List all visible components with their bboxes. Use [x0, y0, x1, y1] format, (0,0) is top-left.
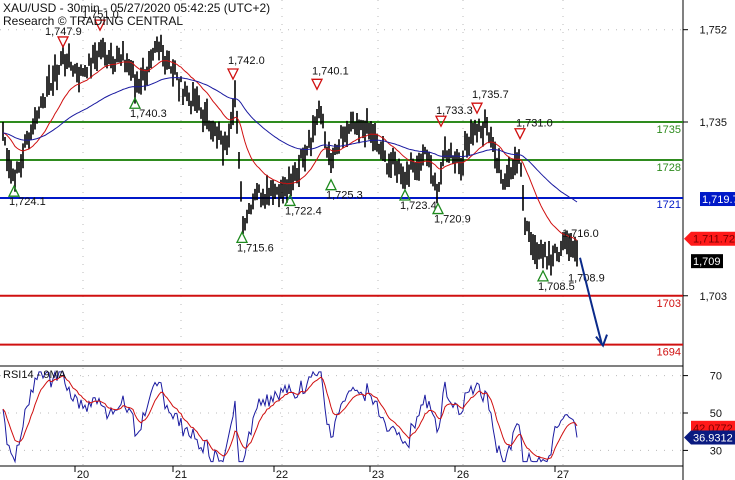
y-tick-label: 1,735	[699, 117, 727, 129]
rsi-y-tick-label: 50	[710, 408, 722, 420]
sell-signal-icon	[310, 78, 324, 91]
chart-title: XAU/USD - 30min - 05/27/2020 05:42:25 (U…	[3, 1, 271, 15]
low-annotation: 1,722.4	[285, 205, 322, 217]
low-annotation: 1,740.3	[130, 108, 167, 120]
x-tick-label: 23	[372, 469, 384, 480]
y-tick-label: 1,703	[699, 291, 727, 303]
level-label: 1703	[657, 298, 681, 310]
x-tick-label: 27	[557, 469, 569, 480]
price-tag: 1,711.72	[693, 234, 735, 246]
rsi-tag: 36.9312	[693, 432, 733, 444]
low-annotation: 1,715.6	[237, 242, 274, 254]
price-bars	[2, 34, 578, 276]
low-annotation: 1,725.3	[326, 190, 363, 202]
low-annotation: 1,720.9	[434, 214, 471, 226]
high-annotation: 1,742.0	[228, 55, 265, 67]
rsi-line	[2, 369, 578, 464]
buy-signal-icon	[536, 269, 550, 282]
chart-window: 1,752 1,735 1,703 70 50 30 20 21 22 23 26 27 1735 172…	[0, 0, 735, 480]
x-tick-label: 26	[457, 469, 469, 480]
y-tick-label: 1,752	[699, 25, 727, 37]
chart-subtitle: Research © TRADING CENTRAL	[3, 14, 183, 28]
buy-signal-icon	[324, 178, 338, 191]
price-annotation: 1,716.0	[562, 228, 599, 240]
chart-canvas[interactable]: 1,752 1,735 1,703 70 50 30 20 21 22 23 26 27 1735 172…	[0, 0, 735, 480]
price-tag: 1,709	[693, 256, 721, 268]
x-tick-label: 21	[175, 469, 187, 480]
x-tick-label: 22	[276, 469, 288, 480]
sell-signal-icon	[226, 68, 240, 81]
low-annotation: 1,723.4	[400, 200, 437, 212]
level-label: 1721	[657, 199, 681, 211]
sell-signal-icon	[470, 102, 484, 115]
level-label: 1728	[657, 162, 681, 174]
high-annotation: 1,740.1	[312, 65, 349, 77]
level-label: 1694	[657, 347, 681, 359]
price-tag: 1,719.75	[702, 194, 735, 206]
rsi-y-tick-label: 70	[710, 371, 722, 383]
buy-signal-icon	[235, 230, 249, 243]
rsi-title: RSI14 - 9MA	[3, 369, 67, 381]
sell-signal-icon	[513, 128, 527, 141]
high-annotation: 1,731.0	[516, 118, 553, 130]
buy-signal-icon	[7, 184, 21, 197]
high-annotation: 1,735.7	[472, 89, 509, 101]
high-annotation: 1,733.3	[436, 105, 473, 117]
level-label: 1735	[657, 124, 681, 136]
x-tick-label: 20	[77, 469, 89, 480]
rsi-y-tick-label: 30	[710, 445, 722, 457]
forecast-arrow	[579, 257, 603, 345]
low-annotation: 1,724.1	[9, 196, 46, 208]
